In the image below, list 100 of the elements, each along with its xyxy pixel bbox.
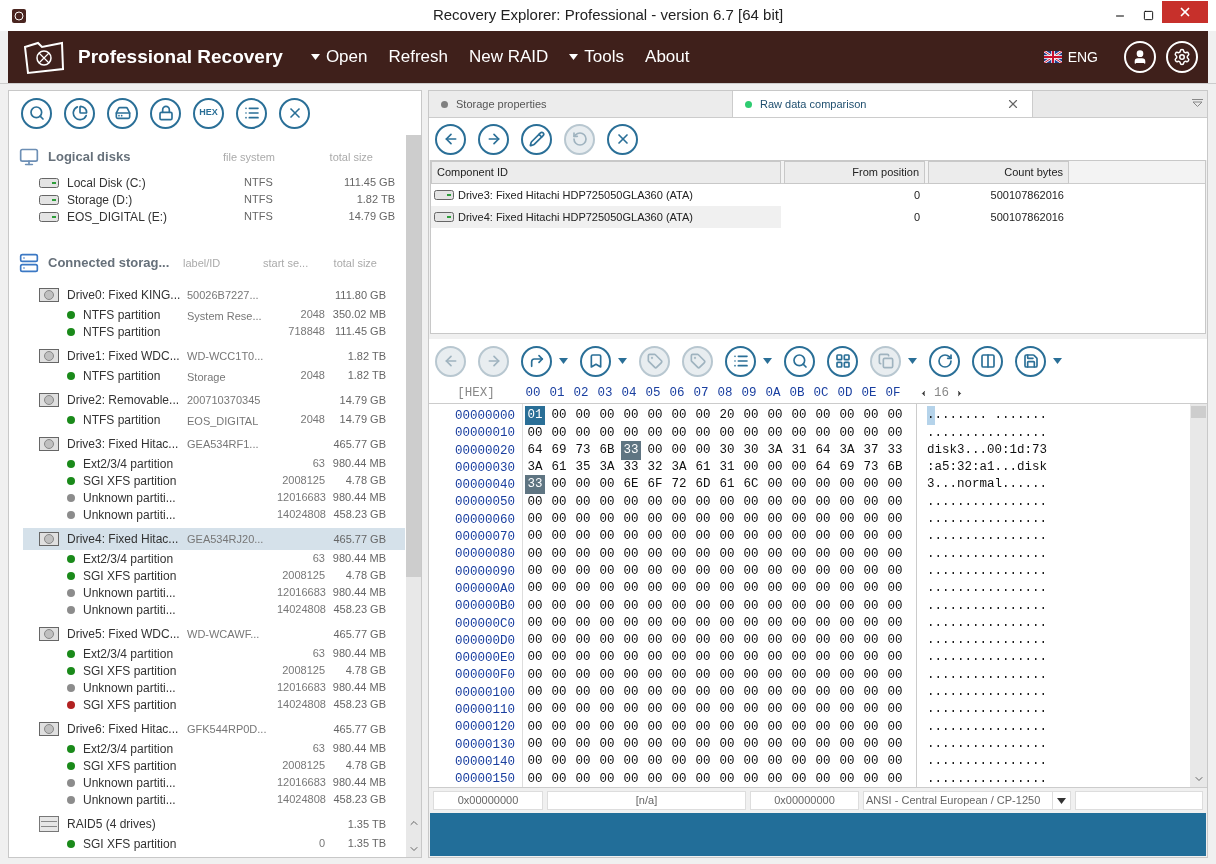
ascii-text: 3...normal......	[927, 476, 1048, 494]
hex-byte: 00	[790, 528, 808, 546]
offset-field[interactable]: 0x00000000	[433, 791, 543, 810]
disk-name: EOS_DIGITAL (E:)	[67, 208, 169, 226]
partition-item[interactable]: NTFS partition EOS_DIGITAL 2048 14.79 GB	[9, 411, 406, 428]
storage-item[interactable]: Drive5: Fixed WDC... WD-WCAWF... 465.77 GB	[23, 623, 405, 645]
refresh-button[interactable]	[929, 345, 960, 377]
scrollbar-thumb[interactable]	[406, 135, 421, 577]
menu-item[interactable]: Tools	[569, 44, 625, 70]
scan-button[interactable]	[64, 97, 95, 129]
hex-byte: 00	[766, 562, 784, 580]
hex-byte: 00	[862, 718, 880, 736]
partition-item[interactable]: Ext2/3/4 partition 63 980.44 MB	[9, 740, 406, 757]
partition-item[interactable]: SGI XFS partition 2008125 4.78 GB	[9, 757, 406, 774]
partition-item[interactable]: Unknown partiti... 12016683 980.44 MB	[9, 679, 406, 696]
hex-byte: 00	[838, 614, 856, 632]
go-to-button[interactable]	[521, 345, 552, 377]
partition-item[interactable]: SGI XFS partition 14024808 458.23 GB	[9, 696, 406, 713]
grid-button[interactable]	[827, 345, 858, 377]
partition-start: 12016683	[277, 775, 325, 791]
search-field[interactable]	[1075, 791, 1203, 810]
bookmark-button[interactable]	[580, 345, 611, 377]
encoding-dropdown[interactable]: ANSI - Central European / CP-1250	[863, 791, 1071, 810]
hex-byte: 00	[886, 597, 904, 615]
partition-item[interactable]: Unknown partiti... 14024808 458.23 GB	[9, 601, 406, 618]
search-button[interactable]	[784, 345, 815, 377]
partition-item[interactable]: NTFS partition Storage 2048 1.82 TB	[9, 367, 406, 384]
hex-byte: 00	[622, 597, 640, 615]
list-button[interactable]	[725, 345, 756, 377]
menu-item[interactable]: About	[645, 44, 690, 70]
search-icon	[28, 105, 45, 121]
scrollbar[interactable]	[1190, 404, 1207, 787]
menu-item[interactable]: Refresh	[388, 44, 448, 70]
account-button[interactable]	[1124, 41, 1156, 73]
close-icon	[1006, 97, 1020, 111]
partition-item[interactable]: NTFS partition 718848 111.45 GB	[9, 323, 406, 340]
storage-item[interactable]: Drive6: Fixed Hitac... GFK544RP0D... 465.77 GB	[23, 718, 405, 740]
columns-button[interactable]	[972, 345, 1003, 377]
disk-size: 111.45 GB	[343, 175, 395, 191]
partition-item[interactable]: Unknown partiti... 14024808 458.23 GB	[9, 791, 406, 808]
partition-item[interactable]: SGI XFS partition 2008125 4.78 GB	[9, 662, 406, 679]
storage-item[interactable]: Drive2: Removable... 200710370345 14.79 GB	[23, 389, 405, 411]
value-field[interactable]: [n/a]	[547, 791, 746, 810]
table-cell[interactable]: Drive4: Fixed Hitachi HDP725050GLA360 (ATA)	[431, 206, 781, 228]
settings-button[interactable]	[1166, 41, 1198, 73]
partition-item[interactable]: SGI XFS partition 0 1.35 TB	[9, 835, 406, 852]
storage-label: WD-WCAWF...	[187, 626, 261, 642]
storage-item[interactable]: Drive3: Fixed Hitac... GEA534RF1... 465.77 GB	[23, 433, 405, 455]
lock-button[interactable]	[150, 97, 181, 129]
list-button[interactable]	[236, 97, 267, 129]
tab[interactable]: Raw data comparison	[733, 91, 1033, 117]
partition-item[interactable]: Unknown partiti... 12016683 980.44 MB	[9, 584, 406, 601]
partition-item[interactable]: Ext2/3/4 partition 63 980.44 MB	[9, 550, 406, 567]
back-button[interactable]	[435, 123, 466, 155]
partition-item[interactable]: Unknown partiti... 12016683 980.44 MB	[9, 774, 406, 791]
column-header[interactable]: Component ID	[431, 161, 781, 184]
storage-item[interactable]: Drive1: Fixed WDC... WD-WCC1T0... 1.82 TB	[23, 345, 405, 367]
storage-item[interactable]: Drive4: Fixed Hitac... GEA534RJ20... 465.77 GB	[23, 528, 405, 550]
logical-disk-item[interactable]: Storage (D:) NTFS 1.82 TB	[9, 191, 406, 208]
scrollbar[interactable]	[406, 135, 421, 857]
section-title: Connected storag...	[48, 254, 171, 273]
partition-item[interactable]: SGI XFS partition 2008125 4.78 GB	[9, 472, 406, 489]
logical-disk-item[interactable]: Local Disk (C:) NTFS 111.45 GB	[9, 174, 406, 191]
partition-item[interactable]: SGI XFS partition 2008125 4.78 GB	[9, 567, 406, 584]
hex-byte: 00	[670, 666, 688, 684]
column-header[interactable]: Count bytes	[928, 161, 1069, 184]
hex-byte: 00	[790, 476, 808, 494]
column-header[interactable]: From position	[784, 161, 925, 184]
scrollbar-thumb[interactable]	[1191, 406, 1206, 418]
search-button[interactable]	[21, 97, 52, 129]
hex-byte: 00	[838, 476, 856, 494]
save-button[interactable]	[1015, 345, 1046, 377]
hex-button[interactable]: HEX	[193, 97, 224, 129]
hex-byte: 00	[862, 614, 880, 632]
storage-item[interactable]: Drive0: Fixed KING... 50026B7227... 111.80 GB	[23, 284, 405, 306]
edit-button[interactable]	[521, 123, 552, 155]
drives-button[interactable]	[107, 97, 138, 129]
ascii-text: :a5:32:a1...disk	[927, 459, 1048, 477]
close-window-button[interactable]	[1162, 0, 1208, 23]
hex-byte: 00	[814, 407, 832, 425]
position-field[interactable]: 0x00000000	[750, 791, 859, 810]
menu-item[interactable]: Open	[310, 44, 368, 70]
partition-item[interactable]: Ext2/3/4 partition 63 980.44 MB	[9, 455, 406, 472]
storage-item[interactable]: RAID5 (4 drives) 1.35 TB	[23, 813, 405, 835]
hex-byte: 00	[622, 580, 640, 598]
hex-byte: 00	[742, 649, 760, 667]
partition-item[interactable]: Unknown partiti... 14024808 458.23 GB	[9, 506, 406, 523]
language-selector[interactable]: ENG	[1067, 46, 1098, 68]
partition-item[interactable]: Ext2/3/4 partition 63 980.44 MB	[9, 645, 406, 662]
forward-button[interactable]	[478, 123, 509, 155]
close-button[interactable]	[279, 97, 310, 129]
close-button[interactable]	[607, 123, 638, 155]
hex-offset: 00000030	[454, 459, 516, 477]
hex-byte: 00	[574, 614, 592, 632]
partition-item[interactable]: NTFS partition System Rese... 2048 350.02 MB	[9, 306, 406, 323]
hex-byte: 00	[838, 718, 856, 736]
menu-item[interactable]: New RAID	[469, 44, 549, 70]
logical-disk-item[interactable]: EOS_DIGITAL (E:) NTFS 14.79 GB	[9, 208, 406, 225]
hex-byte: 00	[790, 718, 808, 736]
partition-item[interactable]: Unknown partiti... 12016683 980.44 MB	[9, 489, 406, 506]
